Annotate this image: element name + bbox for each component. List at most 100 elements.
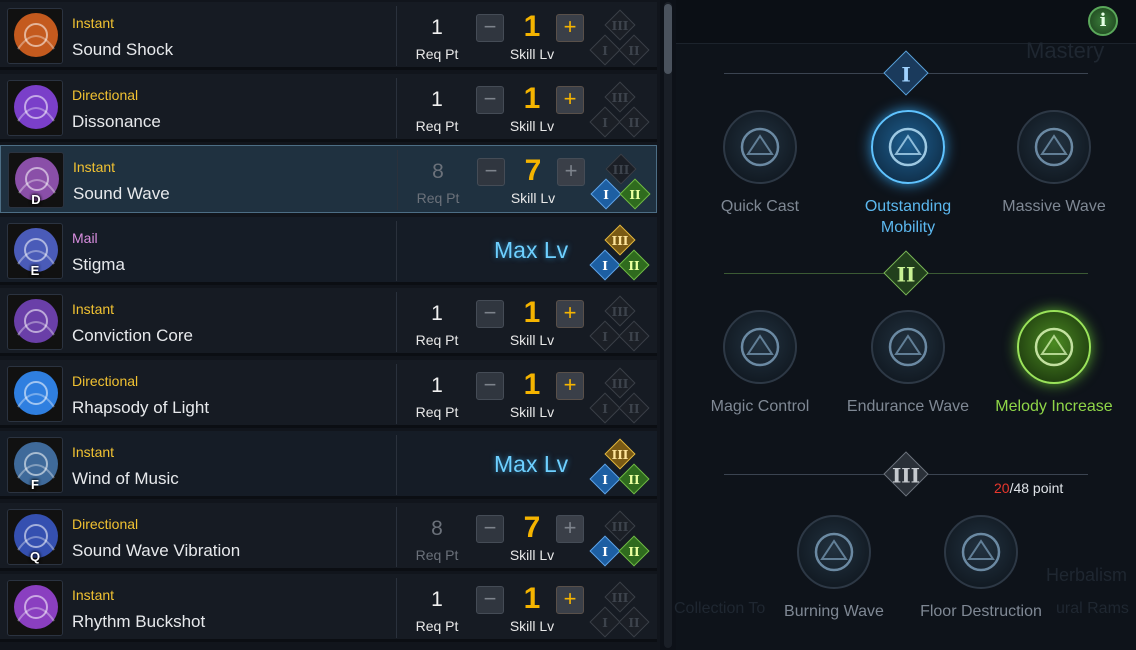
level-up-button[interactable]: +: [556, 300, 584, 328]
tripod-orb[interactable]: [871, 310, 945, 384]
tripod-indicators[interactable]: III I II: [589, 294, 652, 354]
tripod-tier-2-indicator[interactable]: II: [618, 392, 650, 424]
faded-collection-text: Collection To: [674, 600, 766, 617]
tripod-tier-1-indicator[interactable]: I: [589, 606, 621, 638]
magic-control-icon: [740, 327, 780, 367]
skill-hotkey: Q: [29, 549, 41, 564]
skill-level-label: Skill Lv: [509, 618, 555, 634]
tripod-node[interactable]: Melody Increase: [984, 310, 1124, 417]
skill-row[interactable]: Directional Dissonance 1 Req Pt −1 Skill Lv + I…: [0, 74, 657, 142]
level-down-button[interactable]: −: [476, 586, 504, 614]
level-up-button[interactable]: +: [556, 86, 584, 114]
tripod-node-label: Endurance Wave: [846, 398, 970, 415]
scrollbar-thumb[interactable]: [664, 4, 672, 74]
tripod-indicators[interactable]: III I II: [589, 8, 652, 68]
skill-row[interactable]: D Instant Sound Wave 8 Req Pt −7 Skill Lv + III I…: [0, 145, 657, 213]
tripod-tier-1-indicator[interactable]: I: [589, 463, 621, 495]
skill-row[interactable]: Directional Rhapsody of Light 1 Req Pt −1 Ski…: [0, 360, 657, 428]
skill-row[interactable]: Instant Sound Shock 1 Req Pt −1 Skill Lv + III I…: [0, 2, 657, 70]
skill-row[interactable]: Instant Conviction Core 1 Req Pt −1 Skill Lv +…: [0, 288, 657, 356]
tripod-node[interactable]: Endurance Wave: [838, 310, 978, 417]
tripod-tier-2-indicator[interactable]: II: [618, 535, 650, 567]
tripod-tier-2-indicator[interactable]: II: [618, 34, 650, 66]
skill-name: Rhythm Buckshot: [72, 612, 206, 631]
tripod-node[interactable]: Floor Destruction: [911, 515, 1051, 622]
outstanding-mobility-icon: [888, 127, 928, 167]
info-button[interactable]: i: [1088, 6, 1118, 36]
tier-3-badge: III: [883, 451, 929, 497]
tier-2-badge: II: [883, 250, 929, 296]
tripod-indicators[interactable]: III I II: [589, 580, 652, 640]
tripod-tier-1-indicator[interactable]: I: [589, 34, 621, 66]
level-down-button[interactable]: −: [476, 515, 504, 543]
row-divider: [397, 150, 398, 210]
tripod-tier-2-indicator[interactable]: II: [618, 606, 650, 638]
tripod-tier-1-indicator[interactable]: I: [589, 320, 621, 352]
tripod-tier-2-indicator[interactable]: II: [618, 249, 650, 281]
skill-row[interactable]: E Mail Stigma Max Lv III I II: [0, 217, 657, 285]
tripod-node-label: Outstanding Mobility: [864, 198, 952, 236]
endurance-wave-icon: [888, 327, 928, 367]
skill-art-icon: [8, 367, 62, 421]
row-divider: [396, 292, 397, 352]
skill-row[interactable]: Instant Rhythm Buckshot 1 Req Pt −1 Skill Lv +…: [0, 574, 657, 642]
tripod-orb[interactable]: [723, 310, 797, 384]
tripod-tier-1-indicator[interactable]: I: [589, 249, 621, 281]
level-down-button[interactable]: −: [476, 300, 504, 328]
level-down-button[interactable]: −: [476, 86, 504, 114]
tripod-node-label: Massive Wave: [1002, 198, 1106, 215]
skill-type: Instant: [72, 587, 115, 603]
skill-type: Directional: [72, 516, 139, 532]
skill-level-label: Skill Lv: [509, 46, 555, 62]
tripod-node[interactable]: Quick Cast: [690, 110, 830, 217]
skill-row[interactable]: Q Directional Sound Wave Vibration 8 Req Pt −…: [0, 503, 657, 571]
tripod-node[interactable]: Burning Wave: [764, 515, 904, 622]
tripod-indicators[interactable]: III I II: [589, 509, 652, 569]
skill-level: 1: [523, 368, 541, 401]
tripod-orb[interactable]: [1017, 110, 1091, 184]
tripod-tier-2-indicator[interactable]: II: [618, 463, 650, 495]
quick-cast-icon: [740, 127, 780, 167]
tripod-indicators[interactable]: III I II: [589, 80, 652, 140]
tripod-node[interactable]: Massive Wave: [984, 110, 1124, 217]
tripod-orb[interactable]: [871, 110, 945, 184]
tripod-tier-2-indicator[interactable]: II: [619, 178, 651, 210]
level-down-button[interactable]: −: [476, 372, 504, 400]
tripod-indicators[interactable]: III I II: [589, 366, 652, 426]
skill-row[interactable]: F Instant Wind of Music Max Lv III I II: [0, 431, 657, 499]
tripod-orb[interactable]: [797, 515, 871, 589]
level-down-button[interactable]: −: [476, 14, 504, 42]
skill-points-counter: 20/48 point: [994, 480, 1064, 496]
burning-wave-icon: [814, 532, 854, 572]
tripod-tier-2-indicator[interactable]: II: [618, 320, 650, 352]
tripod-orb[interactable]: [723, 110, 797, 184]
tripod-tier-1-indicator[interactable]: I: [589, 106, 621, 138]
tripod-indicators[interactable]: III I II: [589, 223, 652, 283]
tripod-node[interactable]: Outstanding Mobility: [838, 110, 978, 238]
tripod-tier-2-indicator[interactable]: II: [618, 106, 650, 138]
skill-name: Sound Shock: [72, 40, 174, 59]
level-up-button[interactable]: +: [557, 158, 585, 186]
tripod-indicators[interactable]: III I II: [590, 152, 653, 212]
tripod-node[interactable]: Magic Control: [690, 310, 830, 417]
skill-level: 7: [523, 511, 541, 544]
required-points: 1: [431, 88, 443, 111]
massive-wave-icon: [1034, 127, 1074, 167]
tripod-orb[interactable]: [944, 515, 1018, 589]
tripod-orb[interactable]: [1017, 310, 1091, 384]
skill-icon: E: [7, 223, 63, 279]
level-up-button[interactable]: +: [556, 586, 584, 614]
level-up-button[interactable]: +: [556, 14, 584, 42]
tripod-tier-1-indicator[interactable]: I: [590, 178, 622, 210]
skill-list-scrollbar[interactable]: [664, 2, 672, 648]
floor-destruction-icon: [961, 532, 1001, 572]
level-up-button[interactable]: +: [556, 515, 584, 543]
level-up-button[interactable]: +: [556, 372, 584, 400]
row-divider: [396, 578, 397, 638]
skill-name: Stigma: [72, 255, 125, 274]
tripod-tier-1-indicator[interactable]: I: [589, 535, 621, 567]
tripod-tier-1-indicator[interactable]: I: [589, 392, 621, 424]
skill-level: 1: [523, 10, 541, 43]
level-down-button[interactable]: −: [477, 158, 505, 186]
tripod-indicators[interactable]: III I II: [589, 437, 652, 497]
